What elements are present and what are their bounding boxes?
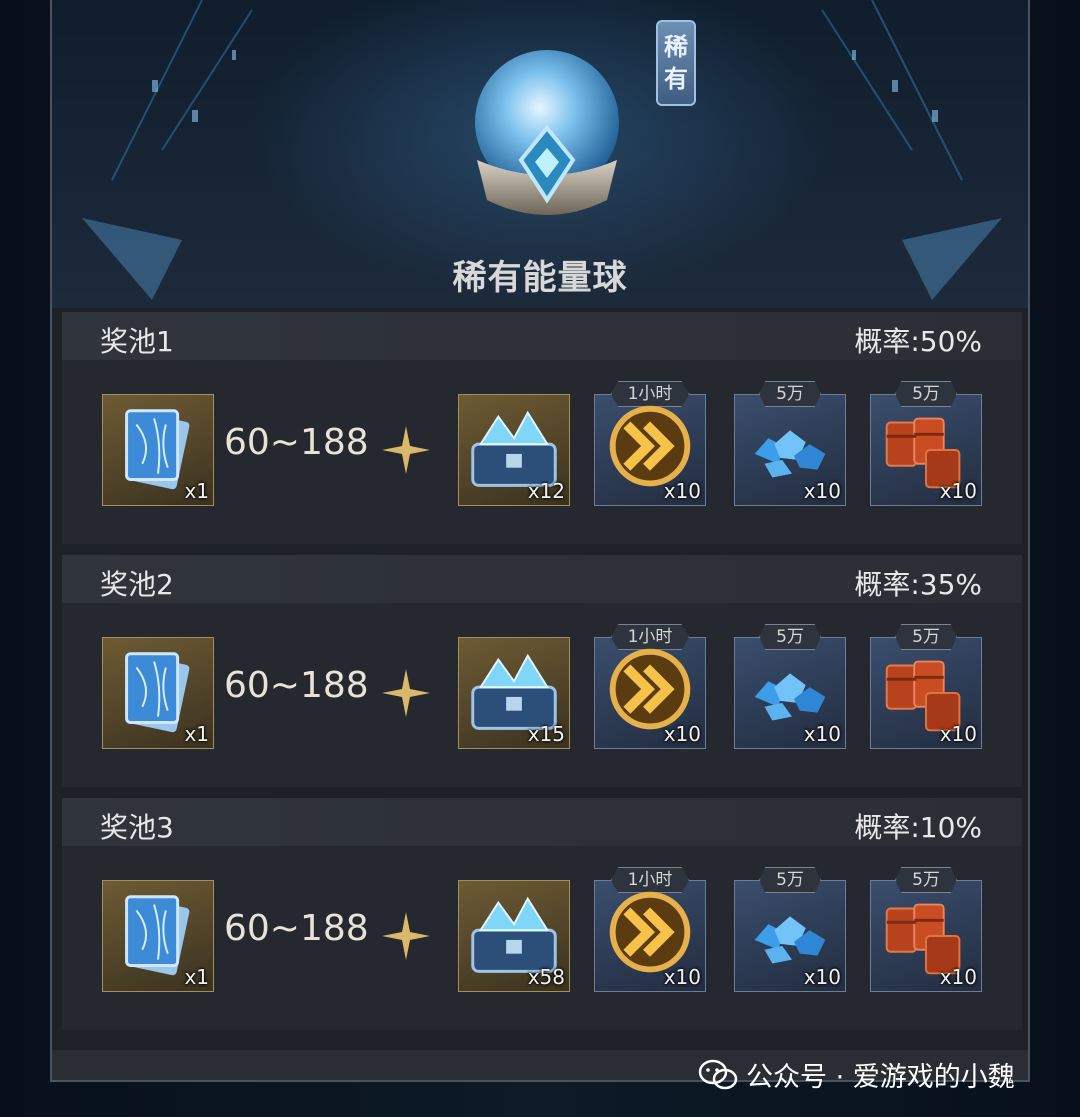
pool-items: x1 60~188 x15 1小时 x10 5万 x10 5万 x10: [62, 624, 1022, 749]
pool-items: x1 60~188 x58 1小时 x10 5万 x10 5万 x10: [62, 867, 1022, 992]
item-quantity: x58: [527, 965, 565, 989]
pool-name: 奖池1: [100, 325, 174, 358]
reward-slot-crystal[interactable]: 5万 x10: [734, 867, 846, 992]
item-quantity: x10: [939, 722, 977, 746]
reward-slot-speedup[interactable]: 1小时 x10: [594, 624, 706, 749]
reward-range: 60~188: [224, 422, 369, 463]
item-quantity: x10: [663, 479, 701, 503]
item-quantity: x15: [527, 722, 565, 746]
pool-name: 奖池2: [100, 568, 174, 601]
rarity-tag: 稀 有: [656, 20, 696, 106]
pool-items: x1 60~188 x12 1小时 x10 5万 x10 5万 x10: [62, 381, 1022, 506]
pool-header: 奖池2 概率:35%: [62, 555, 1022, 603]
item-quantity: x10: [939, 479, 977, 503]
page-title: 稀有能量球: [452, 258, 628, 298]
pool-name: 奖池3: [100, 811, 174, 844]
item-quantity: x10: [663, 965, 701, 989]
rarity-tag-char-1: 稀: [664, 33, 688, 61]
reward-slot-chest[interactable]: x58: [458, 880, 570, 992]
plus-icon: [382, 912, 430, 960]
plus-icon: [382, 669, 430, 717]
item-quantity: x10: [663, 722, 701, 746]
reward-slot-chest[interactable]: x12: [458, 394, 570, 506]
reward-panel: 稀 有 稀有能量球 奖池1 概率:50% x1 60~188 x12 1小时 x…: [50, 0, 1030, 1082]
item-quantity: x1: [184, 965, 209, 989]
reward-slot-crystal[interactable]: 5万 x10: [734, 624, 846, 749]
pool-header: 奖池3 概率:10%: [62, 798, 1022, 846]
reward-range: 60~188: [224, 665, 369, 706]
watermark: 公众号 · 爱游戏的小魏: [698, 1055, 1015, 1094]
energy-card-slot[interactable]: x1: [102, 880, 214, 992]
wechat-icon: [698, 1059, 738, 1089]
energy-card-slot[interactable]: x1: [102, 637, 214, 749]
energy-card-slot[interactable]: x1: [102, 394, 214, 506]
reward-slot-oil[interactable]: 5万 x10: [870, 867, 982, 992]
orb-header: 稀 有 稀有能量球: [52, 0, 1028, 308]
reward-range: 60~188: [224, 908, 369, 949]
item-quantity: x1: [184, 479, 209, 503]
pool-probability: 概率:50%: [854, 325, 982, 358]
item-quantity: x10: [939, 965, 977, 989]
pool-header: 奖池1 概率:50%: [62, 312, 1022, 360]
reward-pool-2: 奖池2 概率:35% x1 60~188 x15 1小时 x10 5万 x10 …: [62, 555, 1022, 787]
item-quantity: x12: [527, 479, 565, 503]
pool-probability: 概率:35%: [854, 568, 982, 601]
reward-slot-crystal[interactable]: 5万 x10: [734, 381, 846, 506]
watermark-text: 公众号 · 爱游戏的小魏: [746, 1062, 1015, 1093]
energy-orb-icon: [447, 40, 647, 240]
reward-slot-chest[interactable]: x15: [458, 637, 570, 749]
item-quantity: x10: [803, 479, 841, 503]
pool-probability: 概率:10%: [854, 811, 982, 844]
item-quantity: x10: [803, 722, 841, 746]
reward-slot-oil[interactable]: 5万 x10: [870, 624, 982, 749]
rarity-tag-char-2: 有: [664, 65, 688, 93]
plus-icon: [382, 426, 430, 474]
reward-slot-speedup[interactable]: 1小时 x10: [594, 381, 706, 506]
reward-slot-oil[interactable]: 5万 x10: [870, 381, 982, 506]
item-quantity: x1: [184, 722, 209, 746]
reward-pool-3: 奖池3 概率:10% x1 60~188 x58 1小时 x10 5万 x10 …: [62, 798, 1022, 1030]
reward-slot-speedup[interactable]: 1小时 x10: [594, 867, 706, 992]
reward-pool-1: 奖池1 概率:50% x1 60~188 x12 1小时 x10 5万 x10 …: [62, 312, 1022, 544]
item-quantity: x10: [803, 965, 841, 989]
